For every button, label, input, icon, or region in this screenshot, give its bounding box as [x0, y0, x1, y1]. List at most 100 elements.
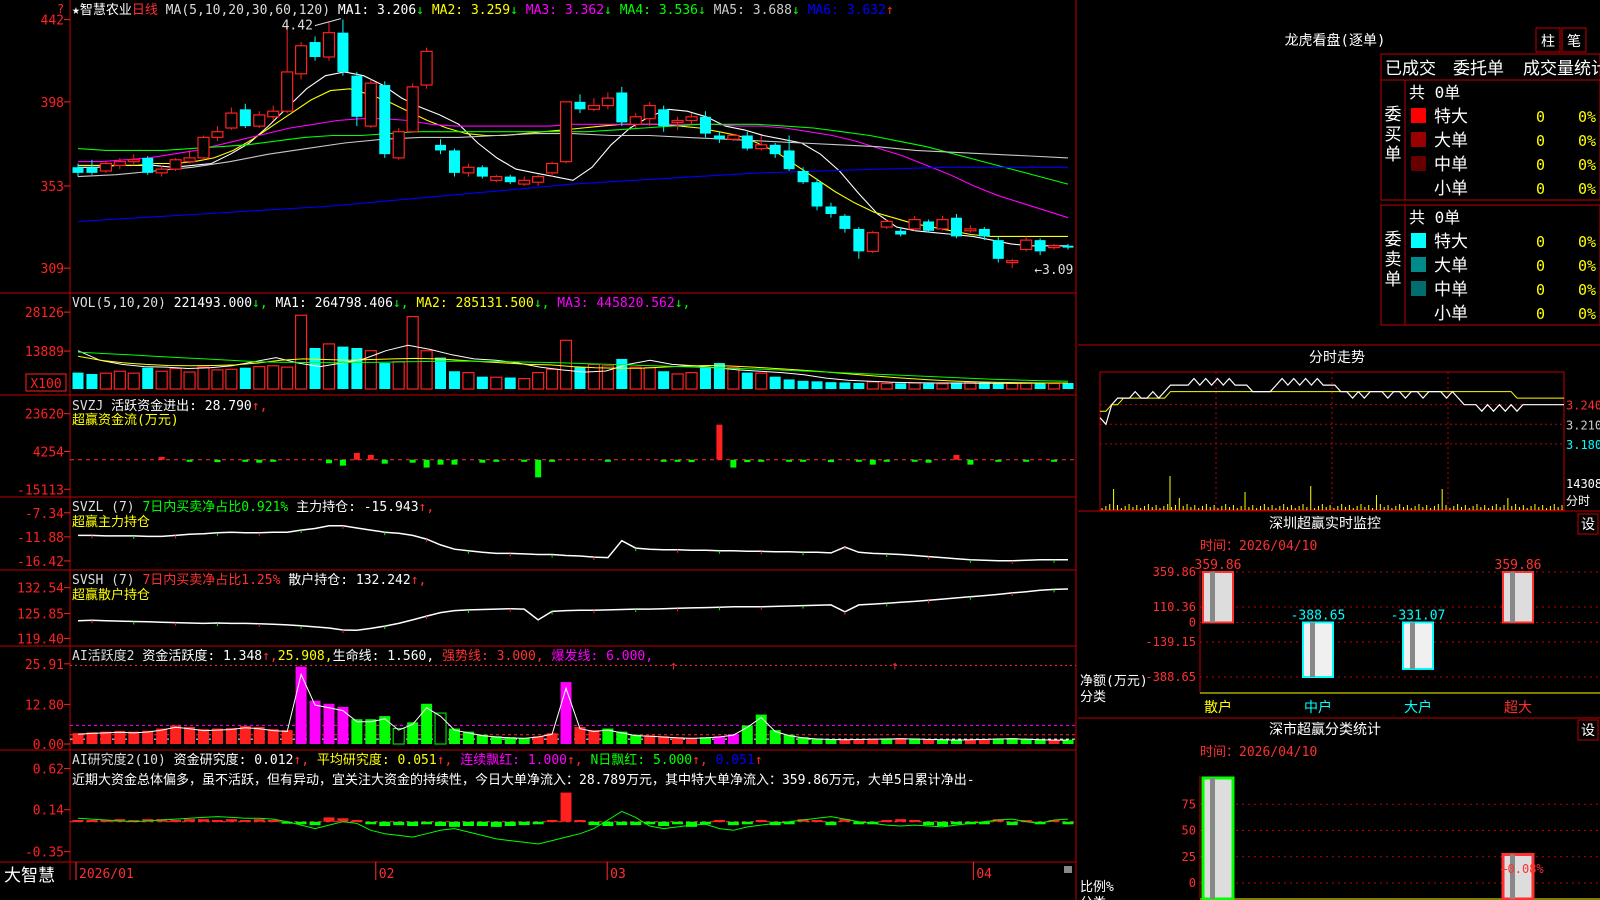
svzj-bar[interactable] — [1051, 459, 1058, 462]
ai-research-bar[interactable] — [1006, 821, 1018, 826]
ai-research-bar[interactable] — [546, 820, 558, 822]
volume-bar[interactable] — [741, 372, 753, 389]
svzj-bar[interactable] — [800, 459, 807, 462]
volume-bar[interactable] — [337, 346, 349, 389]
volume-bar[interactable] — [322, 343, 336, 390]
ai-research-bar[interactable] — [588, 821, 600, 826]
ai-research-bar[interactable] — [672, 821, 684, 825]
candle-body[interactable] — [853, 228, 865, 252]
candle-body[interactable] — [783, 150, 795, 170]
volume-bar[interactable] — [950, 383, 962, 389]
svzj-bar[interactable] — [911, 459, 918, 462]
volume-bar[interactable] — [559, 339, 573, 390]
svzj-bar[interactable] — [214, 459, 221, 463]
volume-bar[interactable] — [853, 382, 865, 389]
ai-active-bar[interactable] — [309, 700, 321, 744]
candle-body[interactable] — [267, 110, 280, 118]
volume-bar[interactable] — [616, 358, 628, 389]
svzj-bar[interactable] — [325, 459, 332, 464]
candle-body[interactable] — [1034, 240, 1046, 252]
volume-bar[interactable] — [113, 370, 126, 390]
ai-research-bar[interactable] — [309, 821, 321, 826]
svzj-bar[interactable] — [158, 456, 165, 460]
svzj-bar[interactable] — [493, 459, 500, 462]
ai-active-bar[interactable] — [755, 714, 767, 744]
candle-body[interactable] — [658, 109, 670, 127]
ai-research-bar[interactable] — [560, 792, 572, 822]
volume-bar[interactable] — [895, 383, 907, 389]
volume-bar[interactable] — [908, 382, 921, 390]
candle-body[interactable] — [99, 162, 112, 172]
candle-body[interactable] — [1006, 260, 1019, 264]
candle-body[interactable] — [420, 50, 433, 86]
volume-bar[interactable] — [406, 315, 419, 390]
svzj-bar[interactable] — [758, 459, 765, 462]
candle-body[interactable] — [545, 162, 559, 174]
ai-active-bar[interactable] — [72, 733, 84, 744]
candle-body[interactable] — [601, 97, 614, 107]
volume-bar[interactable] — [797, 380, 809, 389]
volume-bar[interactable] — [1047, 382, 1061, 390]
candle-body[interactable] — [643, 104, 656, 120]
volume-bar[interactable] — [72, 372, 84, 389]
ai-research-bar[interactable] — [518, 821, 530, 826]
svzj-bar[interactable] — [535, 459, 542, 478]
ai-research-bar[interactable] — [72, 820, 84, 822]
volume-bar[interactable] — [769, 376, 781, 389]
volume-bar[interactable] — [309, 348, 321, 389]
candle-body[interactable] — [169, 159, 182, 170]
ai-research-bar[interactable] — [379, 821, 391, 826]
candle-body[interactable] — [839, 215, 851, 229]
candle-body[interactable] — [239, 109, 251, 127]
ai-research-bar[interactable] — [881, 820, 893, 822]
volume-bar[interactable] — [435, 357, 447, 389]
volume-bar[interactable] — [253, 365, 266, 390]
volume-bar[interactable] — [713, 363, 725, 389]
candle-body[interactable] — [741, 135, 753, 149]
svzj-bar[interactable] — [270, 459, 277, 462]
svzj-bar[interactable] — [716, 424, 723, 460]
candle-body[interactable] — [197, 136, 210, 159]
svzj-bar[interactable] — [437, 459, 444, 465]
volume-bar[interactable] — [1062, 382, 1074, 389]
svzj-bar[interactable] — [995, 459, 1002, 462]
ai-research-bar[interactable] — [755, 820, 767, 822]
ai-active-bar[interactable] — [337, 706, 349, 744]
ai-research-bar[interactable] — [211, 820, 223, 822]
volume-bar[interactable] — [169, 367, 182, 390]
ai-active-bar[interactable] — [741, 725, 753, 744]
ai-research-bar[interactable] — [476, 821, 488, 826]
ai-active-bar[interactable] — [351, 719, 363, 744]
candle-body[interactable] — [755, 144, 768, 150]
candle-body[interactable] — [211, 131, 224, 138]
svsh-line[interactable] — [77, 588, 1069, 632]
svzj-bar[interactable] — [604, 459, 611, 462]
ai-active-chart[interactable]: 25.91 12.80 0.00 ↑ ↑ AI活跃度2 资金活跃度: 1.348↑,25.… — [25, 648, 1076, 753]
candle-body[interactable] — [559, 101, 573, 163]
ai-research-bar[interactable] — [393, 821, 405, 826]
candle-body[interactable] — [713, 135, 725, 140]
ai-active-bar[interactable] — [267, 729, 279, 744]
svzj-bar[interactable] — [688, 459, 695, 463]
candle-body[interactable] — [992, 240, 1004, 259]
candle-body[interactable] — [504, 176, 516, 183]
ai-active-bar[interactable] — [281, 730, 293, 744]
candle-body[interactable] — [671, 119, 684, 124]
candle-body[interactable] — [825, 206, 837, 214]
ai-research-bar[interactable] — [239, 820, 251, 822]
volume-bar[interactable] — [1020, 382, 1033, 390]
ai-active-bar[interactable] — [392, 728, 405, 745]
ai-research-bar[interactable] — [184, 819, 196, 822]
svzj-bar[interactable] — [925, 459, 932, 463]
ai-research-bar[interactable] — [170, 820, 182, 822]
ai-active-bar[interactable] — [560, 682, 572, 744]
sz-monitor-bar-1[interactable] — [1302, 621, 1334, 679]
svzj-bar[interactable] — [423, 459, 430, 468]
candle-body[interactable] — [448, 150, 460, 173]
volume-bar[interactable] — [685, 372, 698, 390]
svzj-bar[interactable] — [186, 459, 193, 462]
volume-bar[interactable] — [629, 366, 642, 390]
volume-bar[interactable] — [545, 368, 559, 390]
candle-body[interactable] — [587, 104, 601, 110]
volume-bar[interactable] — [755, 372, 768, 390]
